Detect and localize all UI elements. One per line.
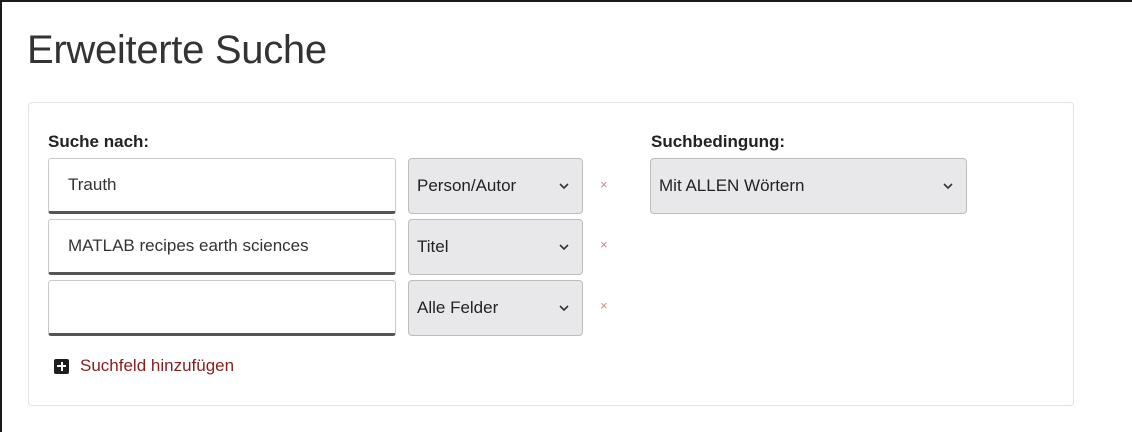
search-for-label: Suche nach: bbox=[48, 132, 150, 151]
search-condition-select[interactable]: Mit ALLEN Wörtern bbox=[650, 158, 967, 214]
chevron-down-icon bbox=[943, 183, 953, 190]
chevron-down-icon bbox=[559, 305, 569, 312]
search-condition-label: Suchbedingung: bbox=[651, 132, 786, 151]
search-term-input-2[interactable] bbox=[48, 219, 396, 275]
remove-row-icon[interactable]: × bbox=[600, 299, 608, 312]
search-field-select-3[interactable]: Alle Felder bbox=[408, 280, 583, 336]
search-term-input-3[interactable] bbox=[48, 280, 396, 336]
search-field-select-2[interactable]: Titel bbox=[408, 219, 583, 275]
chevron-down-icon bbox=[559, 183, 569, 190]
plus-square-icon[interactable] bbox=[54, 358, 69, 374]
remove-row-icon[interactable]: × bbox=[600, 178, 608, 191]
page-title: Erweiterte Suche bbox=[27, 28, 327, 72]
search-term-input-1[interactable] bbox=[48, 158, 396, 214]
chevron-down-icon bbox=[559, 244, 569, 251]
add-search-field-row[interactable]: Suchfeld hinzufügen bbox=[54, 356, 234, 376]
search-field-select-value: Alle Felder bbox=[417, 298, 499, 317]
search-field-select-value: Person/Autor bbox=[417, 176, 517, 195]
remove-row-icon[interactable]: × bbox=[600, 238, 608, 251]
search-field-select-value: Titel bbox=[417, 237, 449, 256]
search-condition-value: Mit ALLEN Wörtern bbox=[659, 176, 805, 195]
search-field-select-1[interactable]: Person/Autor bbox=[408, 158, 583, 214]
add-search-field-link[interactable]: Suchfeld hinzufügen bbox=[80, 356, 234, 376]
